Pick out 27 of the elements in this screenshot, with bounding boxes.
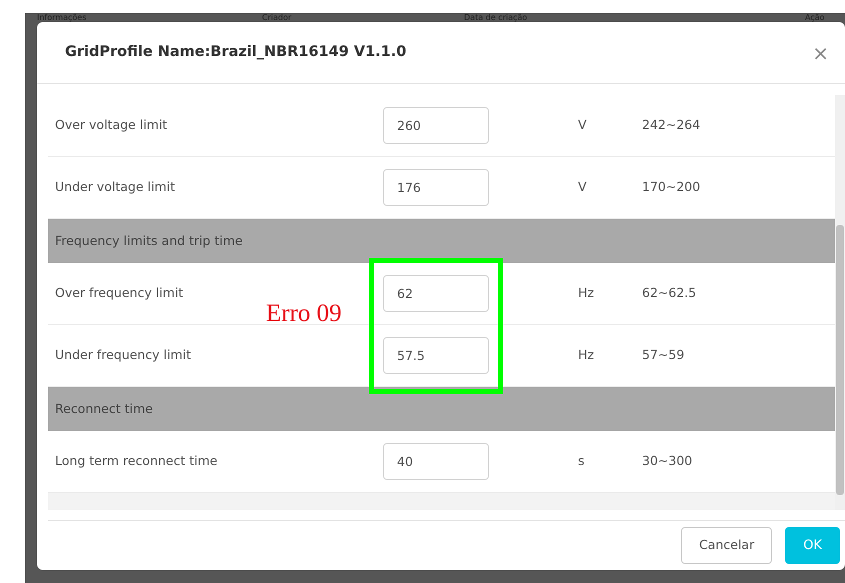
field-label: Over frequency limit <box>54 284 184 302</box>
range-label: 170~200 <box>642 178 700 196</box>
unit-label: Hz <box>578 284 595 302</box>
scrollbar-thumb[interactable] <box>836 225 844 495</box>
annotation-text: Erro 09 <box>266 299 342 329</box>
dialog-title: GridProfile Name:Brazil_NBR16149 V1.1.0 <box>65 42 406 62</box>
cancel-button[interactable]: Cancelar <box>681 527 772 564</box>
input-field[interactable]: 62 <box>383 275 489 312</box>
field-label: Under voltage limit <box>54 178 176 196</box>
range-label: 57~59 <box>642 346 684 364</box>
section-header: Frequency limits and trip time <box>48 219 835 263</box>
unit-label: V <box>578 178 588 196</box>
field-label: Over voltage limit <box>54 116 168 134</box>
section-header: Reconnect time <box>48 387 835 431</box>
field-label: Under frequency limit <box>54 346 192 364</box>
range-label: 242~264 <box>642 116 700 134</box>
range-label: 62~62.5 <box>642 284 696 302</box>
input-field[interactable]: 176 <box>383 169 489 206</box>
input-field[interactable]: 57.5 <box>383 337 489 374</box>
unit-label: Hz <box>578 346 595 364</box>
input-field[interactable]: 260 <box>383 107 489 144</box>
field-label: Long term reconnect time <box>54 452 218 470</box>
input-field[interactable]: 40 <box>383 443 489 480</box>
unit-label: V <box>578 116 588 134</box>
unit-label: s <box>578 452 586 470</box>
close-button[interactable]: × <box>808 42 833 62</box>
range-label: 30~300 <box>642 452 692 470</box>
